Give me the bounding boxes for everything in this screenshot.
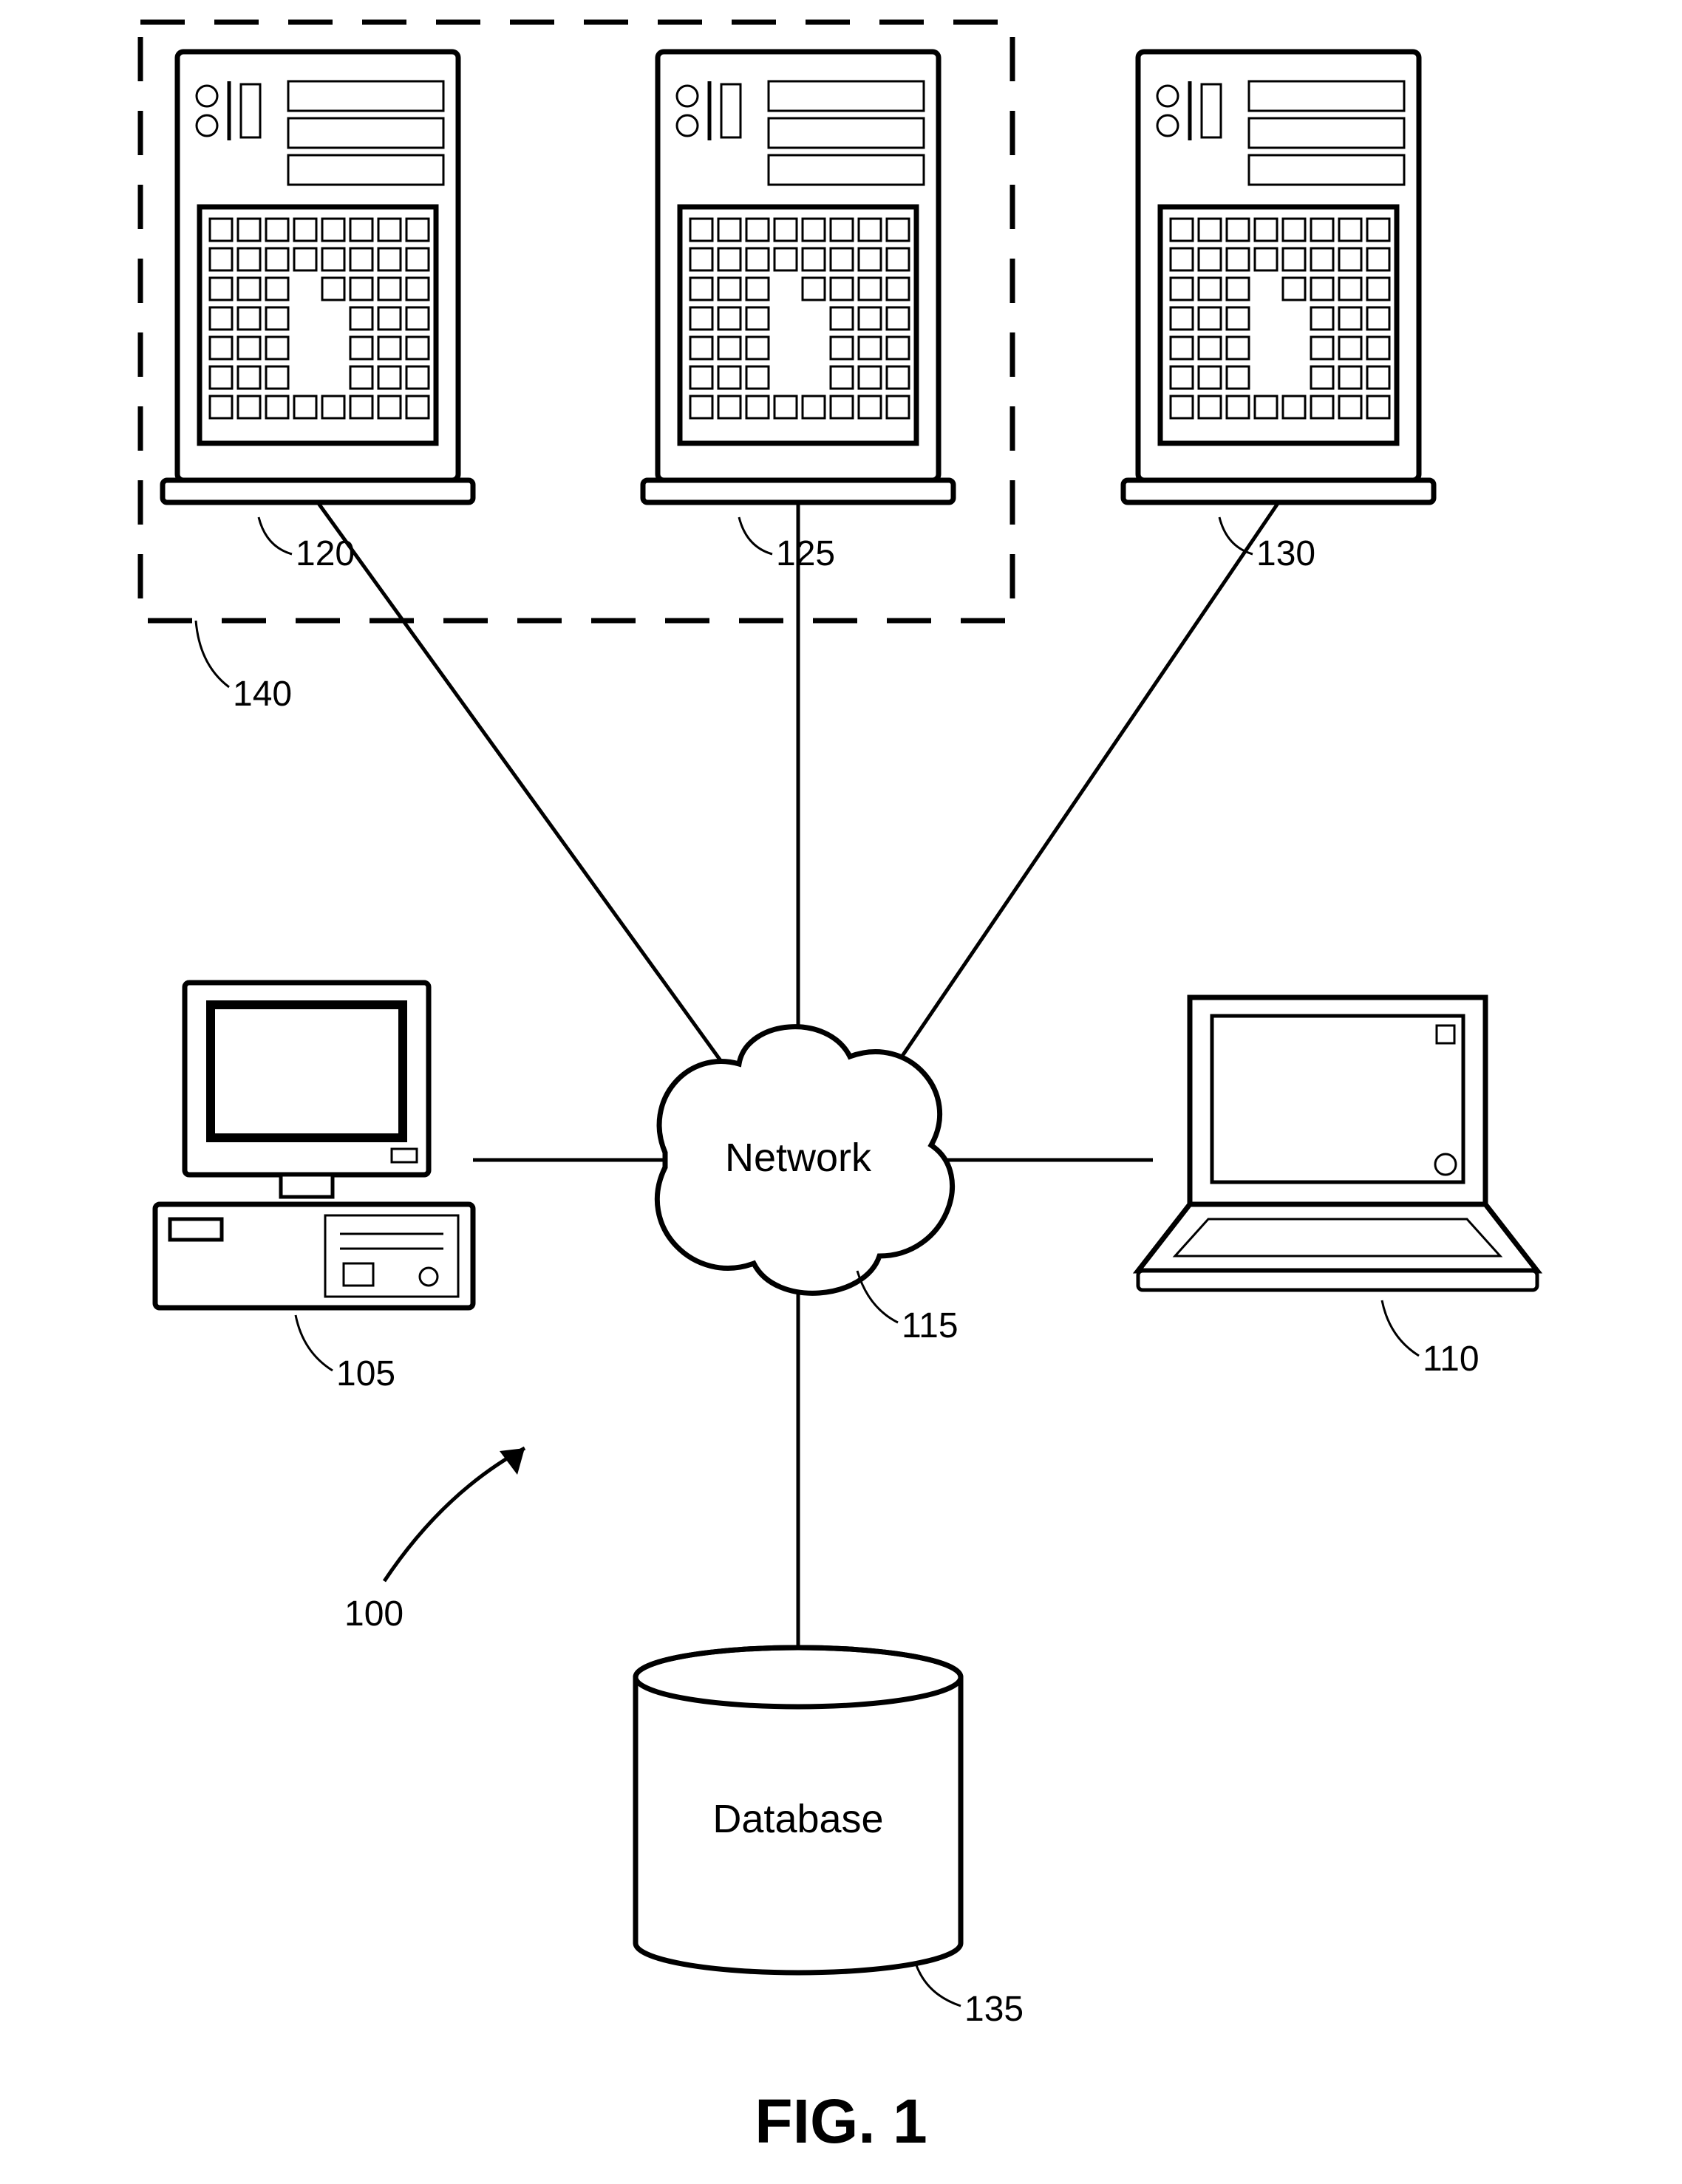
ref-105: 105: [336, 1354, 395, 1393]
laptop-computer: [1138, 997, 1537, 1290]
server-125: [643, 52, 953, 502]
database-label: Database: [712, 1797, 883, 1841]
desktop-computer: [155, 983, 473, 1308]
ref-115: 115: [902, 1306, 959, 1345]
ref-135: 135: [964, 1990, 1024, 2029]
figure-caption: FIG. 1: [755, 2086, 927, 2156]
database-cylinder: Database: [636, 1648, 961, 1973]
ref-140: 140: [233, 675, 292, 714]
ref-120: 120: [296, 534, 355, 573]
ref-100: 100: [344, 1594, 404, 1634]
ref-110: 110: [1423, 1340, 1480, 1379]
network-label: Network: [725, 1136, 872, 1180]
figure-1-diagram: Network Database: [0, 0, 1682, 2184]
ref-125: 125: [776, 534, 835, 573]
network-cloud: Network: [657, 1027, 952, 1294]
ref-130: 130: [1256, 534, 1315, 573]
server-120: [163, 52, 473, 502]
server-130: [1123, 52, 1434, 502]
